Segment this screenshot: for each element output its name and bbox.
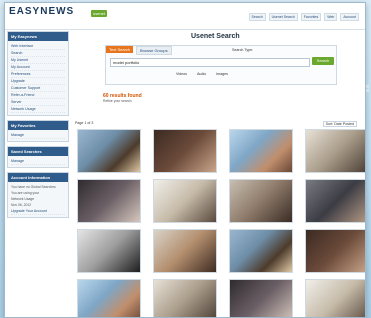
sidebar-item-my-usenet[interactable]: My Usenet <box>11 57 65 64</box>
main-content: Usenet Search Text Search Browse Groups … <box>73 31 365 317</box>
image-thumbnail[interactable] <box>153 279 217 317</box>
tab-browse-groups[interactable]: Browse Groups <box>136 46 172 55</box>
panel-saved-searches: Saved Searches Manage <box>7 146 69 168</box>
sidebar-item-preferences[interactable]: Preferences <box>11 71 65 78</box>
image-thumbnail[interactable] <box>77 279 141 317</box>
search-panel: Text Search Browse Groups Search Type: m… <box>105 45 337 85</box>
image-thumbnail[interactable] <box>153 179 217 223</box>
image-thumbnail[interactable] <box>77 129 141 173</box>
browser-page: EASYNEWS usenet Search Usenet Search Fav… <box>4 2 366 318</box>
image-thumbnail[interactable] <box>77 229 141 273</box>
image-thumbnail[interactable] <box>305 229 365 273</box>
image-thumbnail[interactable] <box>229 129 293 173</box>
results-summary: 60 results found Refine your search <box>103 93 142 103</box>
sidebar-item-network-usage[interactable]: Network Usage <box>11 106 65 113</box>
manage-favorites-link[interactable]: Manage <box>11 132 65 139</box>
panel-title: My Favorites <box>8 121 68 130</box>
panel-title: Account Information <box>8 173 68 182</box>
sidebar-item-upgrade[interactable]: Upgrade <box>11 78 65 85</box>
image-thumbnail[interactable] <box>153 129 217 173</box>
sidebar-item-my-account[interactable]: My Account <box>11 64 65 71</box>
panel-title: Saved Searches <box>8 147 68 156</box>
filter-videos[interactable]: Videos <box>176 72 187 76</box>
filter-audio[interactable]: Audio <box>197 72 206 76</box>
manage-saved-searches-link[interactable]: Manage <box>11 158 65 165</box>
panel-my-easynews: My Easynews Web Interface Search My Usen… <box>7 31 69 116</box>
nav-link-usenet-search[interactable]: Usenet Search <box>268 13 298 21</box>
image-thumbnail[interactable] <box>305 279 365 317</box>
sidebar-item-web-interface[interactable]: Web Interface <box>11 43 65 50</box>
tab-text-search[interactable]: Text Search <box>106 46 134 53</box>
image-thumbnail[interactable] <box>229 279 293 317</box>
nav-link-web[interactable]: Web <box>324 13 338 21</box>
search-type-label: Search Type: <box>232 48 254 52</box>
sidebar-item-customer-support[interactable]: Customer Support <box>11 85 65 92</box>
sidebar-item-search[interactable]: Search <box>11 50 65 57</box>
top-navigation: Search Usenet Search Favorites Web Accou… <box>248 13 359 21</box>
image-thumbnail[interactable] <box>229 179 293 223</box>
upgrade-account-link[interactable]: Upgrade Your Account <box>11 208 65 215</box>
sidebar: My Easynews Web Interface Search My Usen… <box>7 31 69 222</box>
nav-link-account[interactable]: Account <box>340 13 359 21</box>
image-thumbnail[interactable] <box>77 179 141 223</box>
filter-images[interactable]: Images <box>216 72 228 76</box>
panel-my-favorites: My Favorites Manage <box>7 120 69 142</box>
search-button[interactable]: Search <box>312 57 334 65</box>
site-logo[interactable]: EASYNEWS <box>9 6 74 17</box>
search-input[interactable]: model portfolio <box>110 58 310 67</box>
nav-link-favorites[interactable]: Favorites <box>300 13 322 21</box>
sidebar-item-refer-a-friend[interactable]: Refer-a-Friend <box>11 92 65 99</box>
logo-badge: usenet <box>91 10 108 17</box>
sort-select[interactable]: Sort: Date Posted <box>322 121 357 127</box>
file-type-filters: Videos Audio Images <box>176 72 228 76</box>
image-thumbnail[interactable] <box>305 129 365 173</box>
page-title: Usenet Search <box>191 33 240 40</box>
panel-account-information: Account Information You have no Global S… <box>7 172 69 218</box>
image-thumbnail[interactable] <box>229 229 293 273</box>
results-note[interactable]: Refine your search <box>103 99 142 103</box>
image-thumbnail[interactable] <box>153 229 217 273</box>
panel-title: My Easynews <box>8 32 68 41</box>
sidebar-item-server[interactable]: Server <box>11 99 65 106</box>
site-header: EASYNEWS usenet Search Usenet Search Fav… <box>5 3 365 30</box>
image-thumbnail[interactable] <box>305 179 365 223</box>
nav-link-search[interactable]: Search <box>248 13 266 21</box>
pagination[interactable]: Page 1 of 3 <box>75 121 93 125</box>
